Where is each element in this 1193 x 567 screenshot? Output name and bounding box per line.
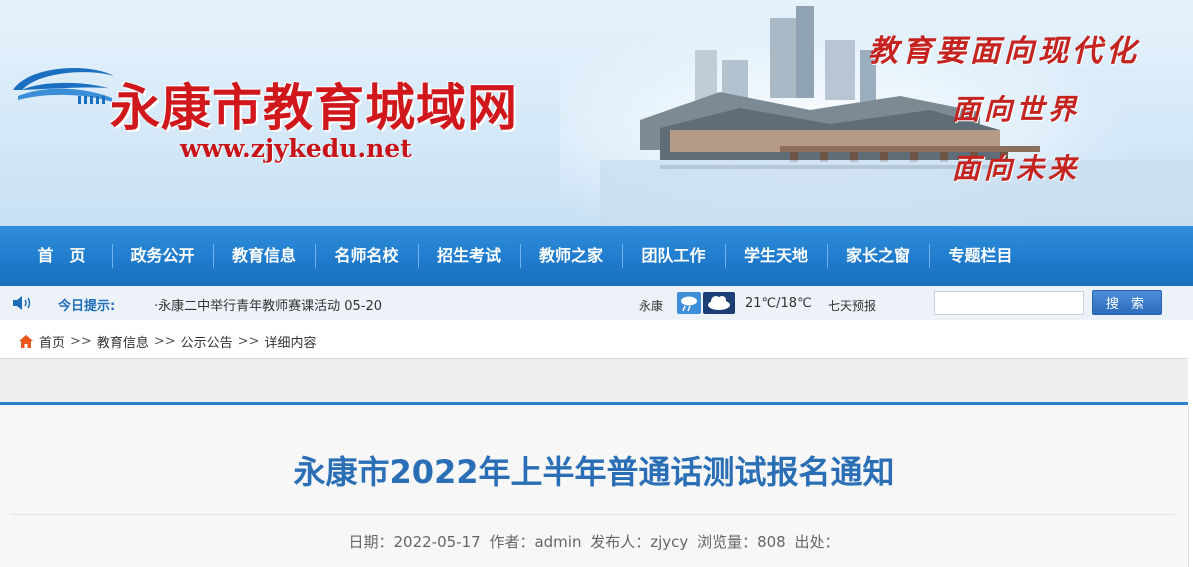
speaker-icon xyxy=(13,296,31,310)
weather-city: 永康 xyxy=(639,299,664,313)
nav-item-education-news[interactable]: 教育信息 xyxy=(213,241,315,271)
breadcrumb-separator: >> xyxy=(153,334,176,349)
seven-day-forecast-link[interactable]: 七天预报 xyxy=(828,297,876,314)
rain-icon xyxy=(677,292,701,314)
nav-item-famous-teachers-schools[interactable]: 名师名校 xyxy=(315,241,418,271)
weather-temperature: 21℃/18℃ xyxy=(745,296,812,311)
nav-item-home[interactable]: 首 页 xyxy=(11,241,112,271)
nav-item-teachers-home[interactable]: 教师之家 xyxy=(520,241,622,271)
breadcrumb: 首页 >> 教育信息 >> 公示公告 >> 详细内容 xyxy=(18,332,316,351)
nav-item-admissions-exams[interactable]: 招生考试 xyxy=(418,241,520,271)
breadcrumb-announcements[interactable]: 公示公告 xyxy=(181,332,233,351)
nav-item-special-topics[interactable]: 专题栏目 xyxy=(929,241,1032,271)
breadcrumb-education-news[interactable]: 教育信息 xyxy=(97,332,149,351)
home-icon xyxy=(19,335,33,348)
main-nav: 首 页 政务公开 教育信息 名师名校 招生考试 教师之家 团队工作 学生天地 家… xyxy=(0,226,1193,286)
search-button[interactable]: 搜 索 xyxy=(1092,290,1162,315)
breadcrumb-separator: >> xyxy=(237,334,260,349)
slogan-line-3: 面向未来 xyxy=(952,152,1081,185)
nav-item-student-world[interactable]: 学生天地 xyxy=(725,241,827,271)
breadcrumb-separator: >> xyxy=(70,334,92,349)
tips-label: 今日提示: xyxy=(58,299,116,314)
cloudy-icon xyxy=(703,292,735,314)
header-banner: 永康市教育城域网 www.zjykedu.net 教育要面向现代化 面向世界 面… xyxy=(0,0,1193,226)
nav-item-government-affairs[interactable]: 政务公开 xyxy=(112,241,213,271)
logo-icon xyxy=(13,67,114,104)
slogan-line-2: 面向世界 xyxy=(952,93,1081,126)
article-source: 出处： xyxy=(794,533,840,551)
tips-marquee-link[interactable]: ·永康二中举行青年教师赛课活动 05-20 xyxy=(154,295,382,314)
slogan-line-1: 教育要面向现代化 xyxy=(868,34,1140,69)
nav-item-youth-league[interactable]: 团队工作 xyxy=(622,241,725,271)
search-input[interactable] xyxy=(934,291,1084,315)
breadcrumb-current: 详细内容 xyxy=(264,336,317,351)
breadcrumb-home[interactable]: 首页 xyxy=(39,332,65,351)
article-author: 作者：admin xyxy=(489,533,582,551)
article-views: 浏览量：808 xyxy=(697,533,786,551)
article-publisher: 发布人：zjycy xyxy=(590,533,689,551)
title-divider xyxy=(10,514,1175,515)
content-header-band xyxy=(0,358,1188,403)
article-date: 日期：2022-05-17 xyxy=(348,533,481,551)
nav-item-parents-window[interactable]: 家长之窗 xyxy=(827,241,929,271)
site-title: 永康市教育城域网 xyxy=(110,78,518,137)
info-bar: 今日提示: ·永康二中举行青年教师赛课活动 05-20 永康 21℃/18℃ 七… xyxy=(0,286,1193,320)
site-url: www.zjykedu.net xyxy=(180,134,412,163)
article-title: 永康市2022年上半年普通话测试报名通知 xyxy=(293,453,895,491)
article-meta: 日期：2022-05-17 作者：admin 发布人：zjycy 浏览量：808… xyxy=(0,531,1188,552)
